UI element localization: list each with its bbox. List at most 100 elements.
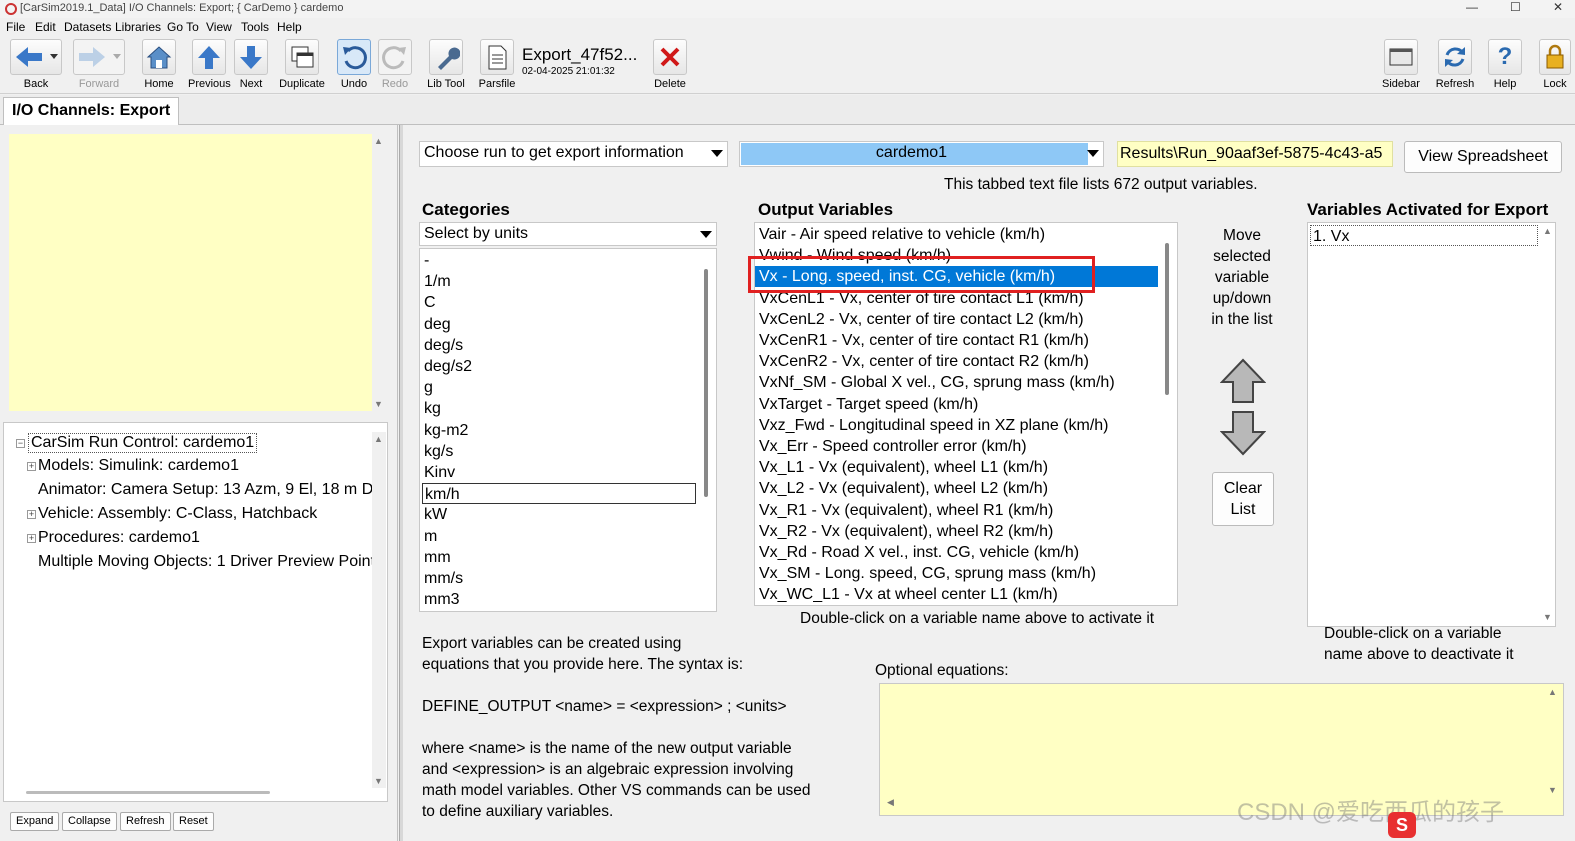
collapse-button[interactable]: Collapse (62, 812, 117, 831)
tree-hscrollbar[interactable] (26, 791, 270, 794)
category-list-item[interactable]: m (424, 526, 437, 547)
notes-scrollbar[interactable]: ▲ ▼ (372, 134, 386, 411)
lock-button[interactable]: Lock (1538, 39, 1572, 90)
output-variable-item[interactable]: Vx_Rd - Road X vel., inst. CG, vehicle (… (759, 542, 1079, 563)
scroll-up-icon: ▲ (374, 136, 383, 146)
output-variable-item[interactable]: Vx_R2 - Vx (equivalent), wheel R2 (km/h) (759, 521, 1053, 542)
output-variables-scrollbar-thumb[interactable] (1165, 243, 1169, 395)
output-variable-item[interactable]: Vx_Err - Speed controller error (km/h) (759, 436, 1027, 457)
maximize-button[interactable]: ☐ (1510, 0, 1521, 14)
forward-arrow-icon (73, 39, 125, 75)
equations-scrollbar[interactable]: ▲ ▼ (1546, 685, 1560, 797)
move-down-arrow-icon[interactable] (1220, 410, 1266, 456)
reset-button[interactable]: Reset (173, 812, 214, 831)
pane-splitter[interactable] (399, 125, 403, 841)
output-variable-item[interactable]: Vair - Air speed relative to vehicle (km… (759, 224, 1045, 245)
tab-io-channels-export[interactable]: I/O Channels: Export (3, 97, 180, 125)
back-button[interactable]: Back (9, 39, 63, 90)
tree-expand-icon[interactable]: + (27, 510, 36, 519)
delete-button[interactable]: Delete (652, 39, 688, 90)
category-list-item[interactable]: mm/s (424, 568, 463, 589)
parsfile-label: Parsfile (478, 78, 516, 90)
home-button[interactable]: Home (140, 39, 178, 90)
activated-list-item[interactable]: 1. Vx (1310, 225, 1538, 246)
activated-scrollbar[interactable]: ▲ ▼ (1541, 224, 1555, 624)
duplicate-button[interactable]: Duplicate (278, 39, 326, 90)
output-variable-item[interactable]: Vx_L1 - Vx (equivalent), wheel L1 (km/h) (759, 457, 1048, 478)
scroll-left-icon[interactable]: ◀ (887, 797, 894, 808)
next-button[interactable]: Next (233, 39, 269, 90)
output-variable-item[interactable]: Vxz_Fwd - Longitudinal speed in XZ plane… (759, 415, 1109, 436)
category-list-item[interactable]: kg (424, 398, 441, 419)
tree-item-animator[interactable]: + Animator: Camera Setup: 13 Azm, 9 El, … (38, 481, 374, 499)
output-variable-item[interactable]: VxCenR2 - Vx, center of tire contact R2 … (759, 351, 1089, 372)
output-variable-item[interactable]: Vx_R1 - Vx (equivalent), wheel R1 (km/h) (759, 500, 1053, 521)
menu-edit[interactable]: Edit (35, 20, 56, 34)
help-button[interactable]: ? Help (1487, 39, 1523, 90)
tree-item-run-control[interactable]: − CarSim Run Control: cardemo1 (16, 433, 258, 453)
refresh-toolbar-button[interactable]: Refresh (1435, 39, 1475, 90)
category-list-item[interactable]: km/h (422, 483, 696, 505)
tree-item-models[interactable]: + Models: Simulink: cardemo1 (27, 457, 239, 475)
output-variable-item[interactable]: VxTarget - Target speed (km/h) (759, 394, 978, 415)
menu-libraries[interactable]: Libraries (115, 20, 161, 34)
output-variable-item[interactable]: VxNf_SM - Global X vel., CG, sprung mass… (759, 372, 1115, 393)
category-list-item[interactable]: 1/m (424, 271, 451, 292)
category-list-item[interactable]: kg-m2 (424, 420, 468, 441)
menu-go-to[interactable]: Go To (167, 20, 199, 34)
category-list-item[interactable]: mm (424, 547, 451, 568)
output-variable-item[interactable]: VxCenL2 - Vx, center of tire contact L2 … (759, 309, 1084, 330)
menu-datasets[interactable]: Datasets (64, 20, 111, 34)
tree-expand-icon[interactable]: + (27, 462, 36, 471)
notes-box[interactable] (9, 134, 373, 411)
sidebar-button[interactable]: Sidebar (1381, 39, 1421, 90)
lib-tool-button[interactable]: Lib Tool (425, 39, 467, 90)
menu-tools[interactable]: Tools (241, 20, 269, 34)
minimize-button[interactable]: — (1466, 0, 1478, 14)
categories-scrollbar-thumb[interactable] (704, 269, 708, 497)
category-list-item[interactable]: deg/s (424, 335, 463, 356)
tree-expand-icon[interactable]: + (27, 534, 36, 543)
tree-item-procedures[interactable]: + Procedures: cardemo1 (27, 529, 200, 547)
undo-button[interactable]: Undo (335, 39, 373, 90)
scroll-down-icon: ▼ (1543, 612, 1552, 622)
parsfile-button[interactable]: Parsfile (478, 39, 516, 90)
view-spreadsheet-button[interactable]: View Spreadsheet (1404, 141, 1562, 173)
output-variable-item[interactable]: Vx_L2 - Vx (equivalent), wheel L2 (km/h) (759, 478, 1048, 499)
category-list-item[interactable]: - (424, 250, 429, 271)
redo-button[interactable]: Redo (378, 39, 412, 90)
category-list-item[interactable]: Kinv (424, 462, 455, 483)
results-path-field[interactable]: Results\Run_90aaf3ef-5875-4c43-a5 (1117, 141, 1393, 167)
previous-button[interactable]: Previous (188, 39, 231, 90)
tree-item-moving-objects[interactable]: + Multiple Moving Objects: 1 Driver Prev… (38, 553, 374, 571)
category-list-item[interactable]: kW (424, 504, 447, 525)
move-up-arrow-icon[interactable] (1220, 358, 1266, 404)
close-window-button[interactable]: ✕ (1553, 0, 1563, 14)
refresh-toolbar-label: Refresh (1435, 78, 1475, 90)
categories-filter-select[interactable]: Select by units (419, 222, 717, 246)
output-variable-item[interactable]: Vx_SM - Long. speed, CG, sprung mass (km… (759, 563, 1096, 584)
category-list-item[interactable]: deg/s2 (424, 356, 472, 377)
menu-view[interactable]: View (206, 20, 232, 34)
category-list-item[interactable]: g (424, 377, 433, 398)
menu-file[interactable]: File (6, 20, 25, 34)
category-list-item[interactable]: C (424, 292, 436, 313)
tree-item-label: Animator: Camera Setup: 13 Azm, 9 El, 18… (38, 481, 374, 498)
tree-item-label: Vehicle: Assembly: C-Class, Hatchback (38, 505, 318, 522)
output-variable-item[interactable]: VxCenR1 - Vx, center of tire contact R1 … (759, 330, 1089, 351)
clear-list-button[interactable]: Clear List (1212, 472, 1274, 526)
menu-help[interactable]: Help (277, 20, 302, 34)
tree-scrollbar[interactable]: ▲ ▼ (372, 432, 386, 788)
category-list-item[interactable]: kg/s (424, 441, 453, 462)
refresh-tree-button[interactable]: Refresh (120, 812, 171, 831)
run-name-select[interactable]: cardemo1 (739, 141, 1104, 167)
redo-label: Redo (381, 78, 409, 90)
forward-button[interactable]: Forward (72, 39, 126, 90)
expand-button[interactable]: Expand (10, 812, 60, 831)
tree-item-vehicle[interactable]: + Vehicle: Assembly: C-Class, Hatchback (27, 505, 318, 523)
output-variable-item[interactable]: Vx_WC_L1 - Vx at wheel center L1 (km/h) (759, 584, 1058, 605)
tree-collapse-icon[interactable]: − (16, 439, 25, 448)
category-list-item[interactable]: mm3 (424, 589, 460, 610)
category-list-item[interactable]: deg (424, 314, 451, 335)
run-select[interactable]: Choose run to get export information (419, 141, 728, 167)
